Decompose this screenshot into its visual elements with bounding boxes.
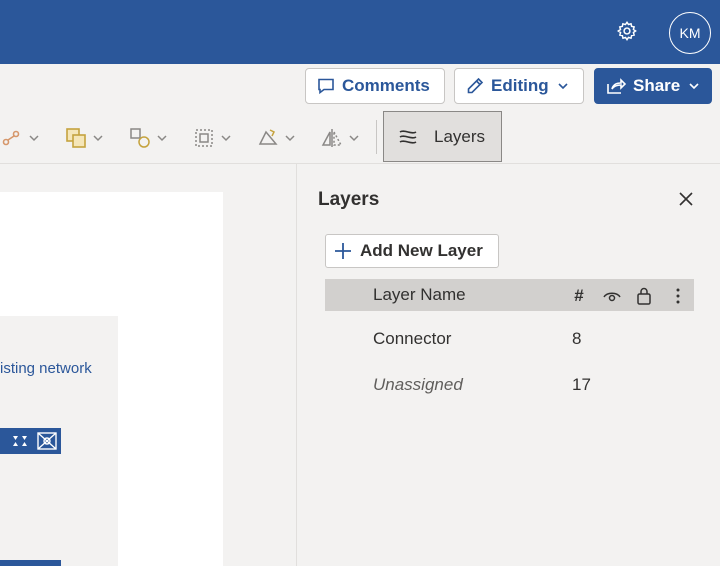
- avatar[interactable]: KM: [669, 12, 711, 54]
- comment-icon: [318, 78, 334, 95]
- add-new-layer-label: Add New Layer: [360, 241, 483, 260]
- chevron-down-icon: [349, 135, 359, 142]
- rotate-icon: [256, 126, 280, 150]
- layer-name: Connector: [373, 329, 452, 348]
- layer-count: 8: [572, 329, 582, 348]
- connector-icon: [0, 126, 24, 150]
- layers-pane: [296, 164, 720, 566]
- shape-label: isting network: [0, 360, 92, 377]
- layers-table-header: Layer Name #: [325, 279, 694, 311]
- group-dropdown[interactable]: [128, 124, 168, 152]
- pencil-icon: [467, 77, 484, 94]
- close-icon[interactable]: [676, 189, 696, 209]
- flip-icon: [320, 126, 344, 150]
- chevron-down-icon: [157, 135, 167, 142]
- arrange-dropdown[interactable]: [64, 124, 104, 152]
- editing-button[interactable]: Editing: [454, 68, 584, 104]
- connector-dropdown[interactable]: [0, 124, 40, 152]
- group-icon: [128, 126, 152, 150]
- editing-label: Editing: [491, 76, 549, 95]
- layers-button[interactable]: Layers: [383, 111, 502, 162]
- flip-dropdown[interactable]: [320, 124, 360, 152]
- chevron-down-icon: [221, 135, 231, 142]
- chevron-down-icon: [689, 83, 699, 90]
- share-label: Share: [633, 76, 681, 95]
- hash-icon[interactable]: #: [570, 286, 588, 305]
- arrange-icon: [64, 126, 88, 150]
- share-button[interactable]: Share: [594, 68, 712, 104]
- ribbon-separator: [376, 120, 377, 154]
- chevron-down-icon: [29, 135, 39, 142]
- chevron-down-icon: [93, 135, 103, 142]
- plus-icon: [335, 243, 351, 259]
- arrows-icon: [13, 436, 27, 446]
- lock-icon[interactable]: [635, 287, 653, 305]
- network-icon: [37, 432, 57, 450]
- layer-row[interactable]: Connector 8: [325, 321, 694, 357]
- gear-icon[interactable]: [614, 18, 640, 44]
- align-icon: [192, 126, 216, 150]
- chevron-down-icon: [558, 83, 568, 90]
- ribbon: [0, 112, 720, 164]
- add-new-layer-button[interactable]: Add New Layer: [325, 234, 499, 268]
- more-options-icon[interactable]: [669, 287, 687, 305]
- header-layer-name: Layer Name: [373, 285, 466, 304]
- layers-icon: [399, 129, 417, 144]
- shape-toolbar[interactable]: [0, 428, 61, 454]
- align-dropdown[interactable]: [192, 124, 232, 152]
- shape-edge: [0, 560, 61, 566]
- layer-name: Unassigned: [373, 375, 463, 394]
- layer-row[interactable]: Unassigned 17: [325, 367, 694, 403]
- share-icon: [607, 78, 627, 94]
- title-bar: [0, 0, 720, 64]
- comments-button[interactable]: Comments: [305, 68, 445, 104]
- eye-icon[interactable]: [603, 287, 621, 305]
- chevron-down-icon: [285, 135, 295, 142]
- layers-button-label: Layers: [434, 126, 486, 146]
- pane-title: Layers: [318, 189, 380, 210]
- comments-label: Comments: [342, 76, 430, 95]
- layer-count: 17: [572, 375, 591, 394]
- rotate-dropdown[interactable]: [256, 124, 296, 152]
